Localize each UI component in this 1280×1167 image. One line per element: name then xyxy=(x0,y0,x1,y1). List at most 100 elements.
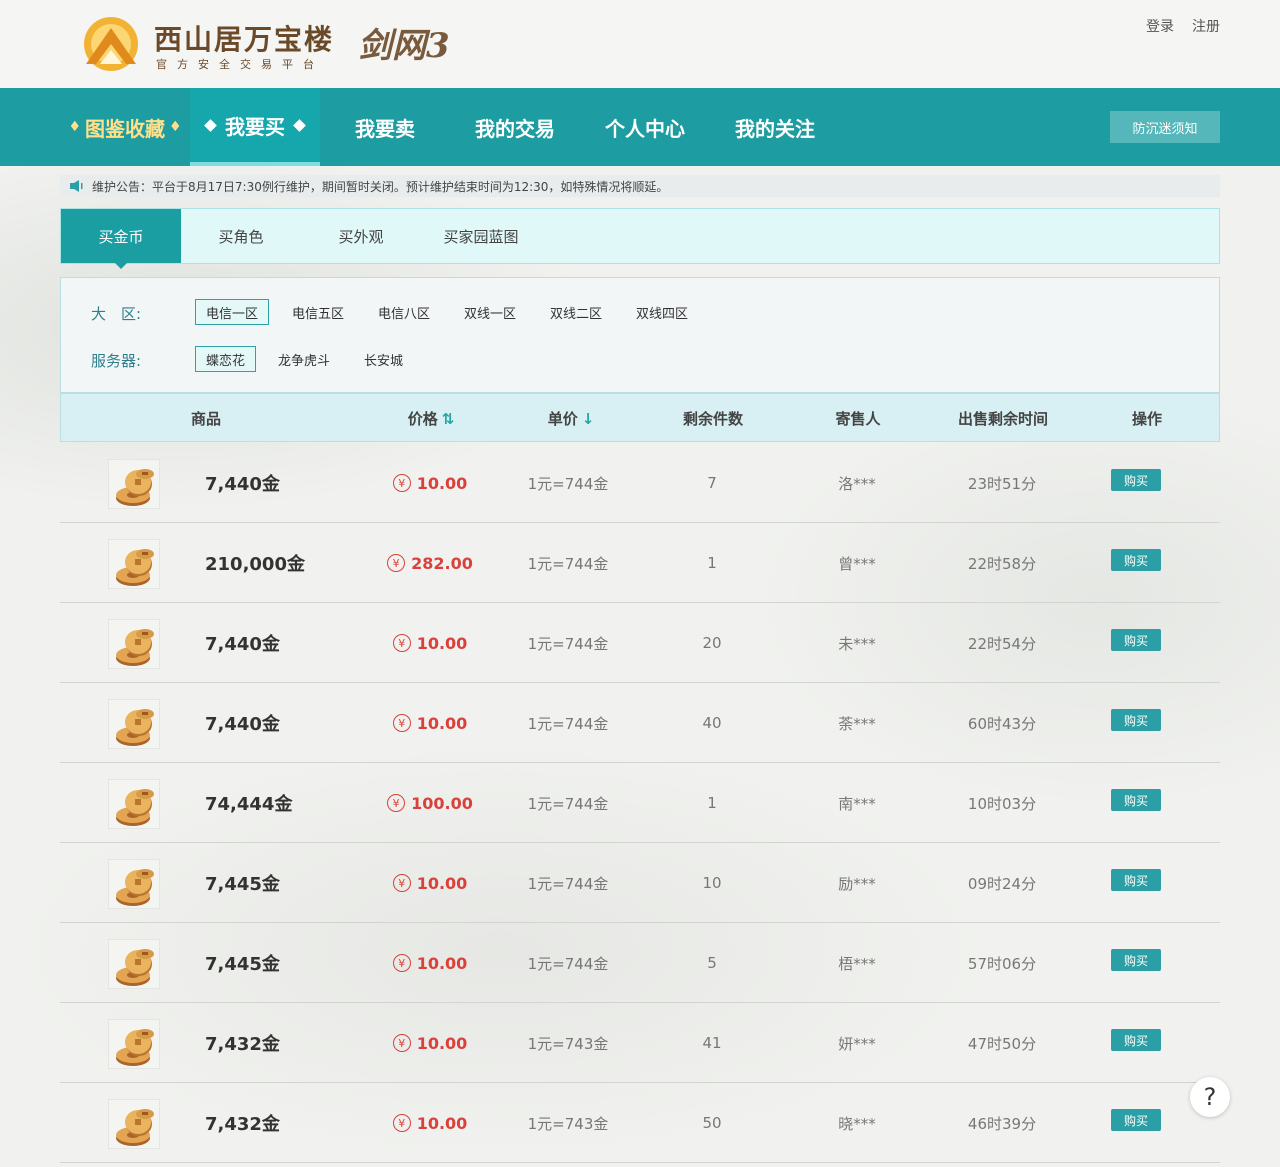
server-option[interactable]: 蝶恋花 xyxy=(195,346,257,372)
gold-coin-icon xyxy=(108,939,160,989)
col-time-left: 出售剩余时间 xyxy=(957,410,1048,428)
region-option[interactable]: 电信一区 xyxy=(195,299,270,325)
unit-price: 1元=744金 xyxy=(527,554,609,573)
stock-count: 40 xyxy=(702,714,722,732)
yuan-icon: ¥ xyxy=(392,954,411,972)
col-price-label: 价格 xyxy=(407,410,438,428)
buy-button[interactable]: 购买 xyxy=(1111,469,1161,491)
seller-name: 曾*** xyxy=(838,554,876,573)
buy-button[interactable]: 购买 xyxy=(1111,949,1161,971)
nav-item-collection[interactable]: ♦ 图鉴收藏 ♦ xyxy=(60,88,190,166)
buy-button[interactable]: 购买 xyxy=(1111,869,1161,891)
buy-button[interactable]: 购买 xyxy=(1111,789,1161,811)
tab-buy-blueprint[interactable]: 买家园蓝图 xyxy=(421,209,541,263)
tab-buy-appearance[interactable]: 买外观 xyxy=(301,209,421,263)
table-header: 商品 价格 ⇅ 单价 ↓ 剩余件数 寄售人 出售剩余时间 操作 xyxy=(60,393,1220,442)
nav-label: 我要买 xyxy=(225,114,285,139)
buy-button[interactable]: 购买 xyxy=(1111,629,1161,651)
buy-button[interactable]: 购买 xyxy=(1111,1109,1161,1131)
brand-subtitle: 官方安全交易平台 xyxy=(156,58,324,71)
anti-addiction-button[interactable]: 防沉迷须知 xyxy=(1110,111,1220,143)
nav-item-my-trades[interactable]: 我的交易 xyxy=(450,88,580,166)
buy-button[interactable]: 购买 xyxy=(1111,1029,1161,1051)
unit-price: 1元=744金 xyxy=(527,634,609,653)
seller-name: 未*** xyxy=(838,634,876,653)
buy-button[interactable]: 购买 xyxy=(1111,549,1161,571)
gold-coin-icon xyxy=(108,779,160,829)
nav-label: 图鉴收藏 xyxy=(85,116,165,141)
buy-button[interactable]: 购买 xyxy=(1111,709,1161,731)
product-amount: 7,445金 xyxy=(205,874,280,895)
site-logo[interactable]: 西山居万宝楼 官方安全交易平台 剑网3 xyxy=(78,14,450,76)
table-row: 7,432金 ¥10.00 1元=743金 41 妍*** 47时50分 购买 xyxy=(60,1003,1220,1083)
table-row: 7,440金 ¥10.00 1元=744金 40 荼*** 60时43分 购买 xyxy=(60,683,1220,763)
table-row: 7,440金 ¥10.00 1元=744金 20 未*** 22时54分 购买 xyxy=(60,603,1220,683)
col-unit-price[interactable]: 单价 ↓ xyxy=(511,394,631,443)
stock-count: 10 xyxy=(702,874,722,892)
nav-item-following[interactable]: 我的关注 xyxy=(710,88,840,166)
time-left: 09时24分 xyxy=(967,874,1037,893)
yuan-icon: ¥ xyxy=(387,554,406,572)
time-left: 60时43分 xyxy=(967,714,1037,733)
region-option[interactable]: 电信五区 xyxy=(282,299,354,325)
gold-coin-icon xyxy=(108,859,160,909)
nav-item-sell[interactable]: 我要卖 xyxy=(320,88,450,166)
gold-coin-icon xyxy=(108,699,160,749)
speaker-icon xyxy=(70,180,83,192)
region-option[interactable]: 电信八区 xyxy=(368,299,440,325)
sort-both-icon: ⇅ xyxy=(441,409,455,428)
nav-item-profile[interactable]: 个人中心 xyxy=(580,88,710,166)
table-row: 7,432金 ¥10.00 1元=743金 50 晓*** 46时39分 购买 xyxy=(60,1083,1220,1163)
region-option[interactable]: 双线一区 xyxy=(454,299,526,325)
stock-count: 1 xyxy=(707,554,717,572)
price-value: 10.00 xyxy=(416,473,468,493)
stock-count: 20 xyxy=(702,634,722,652)
register-link[interactable]: 注册 xyxy=(1192,16,1220,36)
tab-buy-gold[interactable]: 买金币 xyxy=(61,209,181,269)
tab-buy-character[interactable]: 买角色 xyxy=(181,209,301,263)
server-option[interactable]: 长安城 xyxy=(354,346,413,372)
seller-name: 荼*** xyxy=(838,714,876,733)
col-price[interactable]: 价格 ⇅ xyxy=(371,394,491,443)
unit-price: 1元=743金 xyxy=(527,1114,609,1133)
price-cell: ¥10.00 xyxy=(370,1083,490,1163)
col-action: 操作 xyxy=(1131,410,1162,428)
price-cell: ¥10.00 xyxy=(370,603,490,683)
price-cell: ¥10.00 xyxy=(370,923,490,1003)
time-left: 57时06分 xyxy=(967,954,1037,973)
yuan-icon: ¥ xyxy=(387,794,406,812)
diamond-icon xyxy=(204,118,217,132)
seller-name: 励*** xyxy=(838,874,876,893)
server-label: 服务器: xyxy=(91,352,142,370)
yuan-icon: ¥ xyxy=(392,874,411,892)
col-unit-price-label: 单价 xyxy=(547,410,578,428)
price-value: 10.00 xyxy=(416,873,468,893)
notice-text: 维护公告：平台于8月17日7:30例行维护，期间暂时关闭。预计维护结束时间为12… xyxy=(92,179,669,194)
unit-price: 1元=744金 xyxy=(527,874,609,893)
diamond-icon xyxy=(293,118,306,132)
price-cell: ¥10.00 xyxy=(370,1003,490,1083)
stock-count: 5 xyxy=(707,954,717,972)
server-option[interactable]: 龙争虎斗 xyxy=(268,346,340,372)
time-left: 23时51分 xyxy=(967,474,1037,493)
stock-count: 7 xyxy=(707,474,717,492)
emblem-icon xyxy=(84,17,138,71)
price-cell: ¥10.00 xyxy=(370,443,490,523)
time-left: 22时58分 xyxy=(967,554,1037,573)
price-value: 10.00 xyxy=(416,953,468,973)
price-value: 10.00 xyxy=(416,713,468,733)
price-cell: ¥10.00 xyxy=(370,843,490,923)
help-button[interactable]: ? xyxy=(1190,1077,1230,1117)
region-option[interactable]: 双线二区 xyxy=(540,299,612,325)
region-option[interactable]: 双线四区 xyxy=(626,299,698,325)
product-amount: 7,432金 xyxy=(205,1114,280,1135)
gold-coin-icon xyxy=(108,619,160,669)
price-cell: ¥282.00 xyxy=(370,523,490,603)
nav-item-buy[interactable]: 我要买 xyxy=(190,88,320,166)
seller-name: 梧*** xyxy=(838,954,876,973)
maintenance-notice: 维护公告：平台于8月17日7:30例行维护，期间暂时关闭。预计维护结束时间为12… xyxy=(60,175,1220,197)
product-amount: 7,432金 xyxy=(205,1034,280,1055)
seller-name: 洛*** xyxy=(838,474,876,493)
flame-icon: ♦ xyxy=(68,119,81,135)
login-link[interactable]: 登录 xyxy=(1146,16,1174,36)
